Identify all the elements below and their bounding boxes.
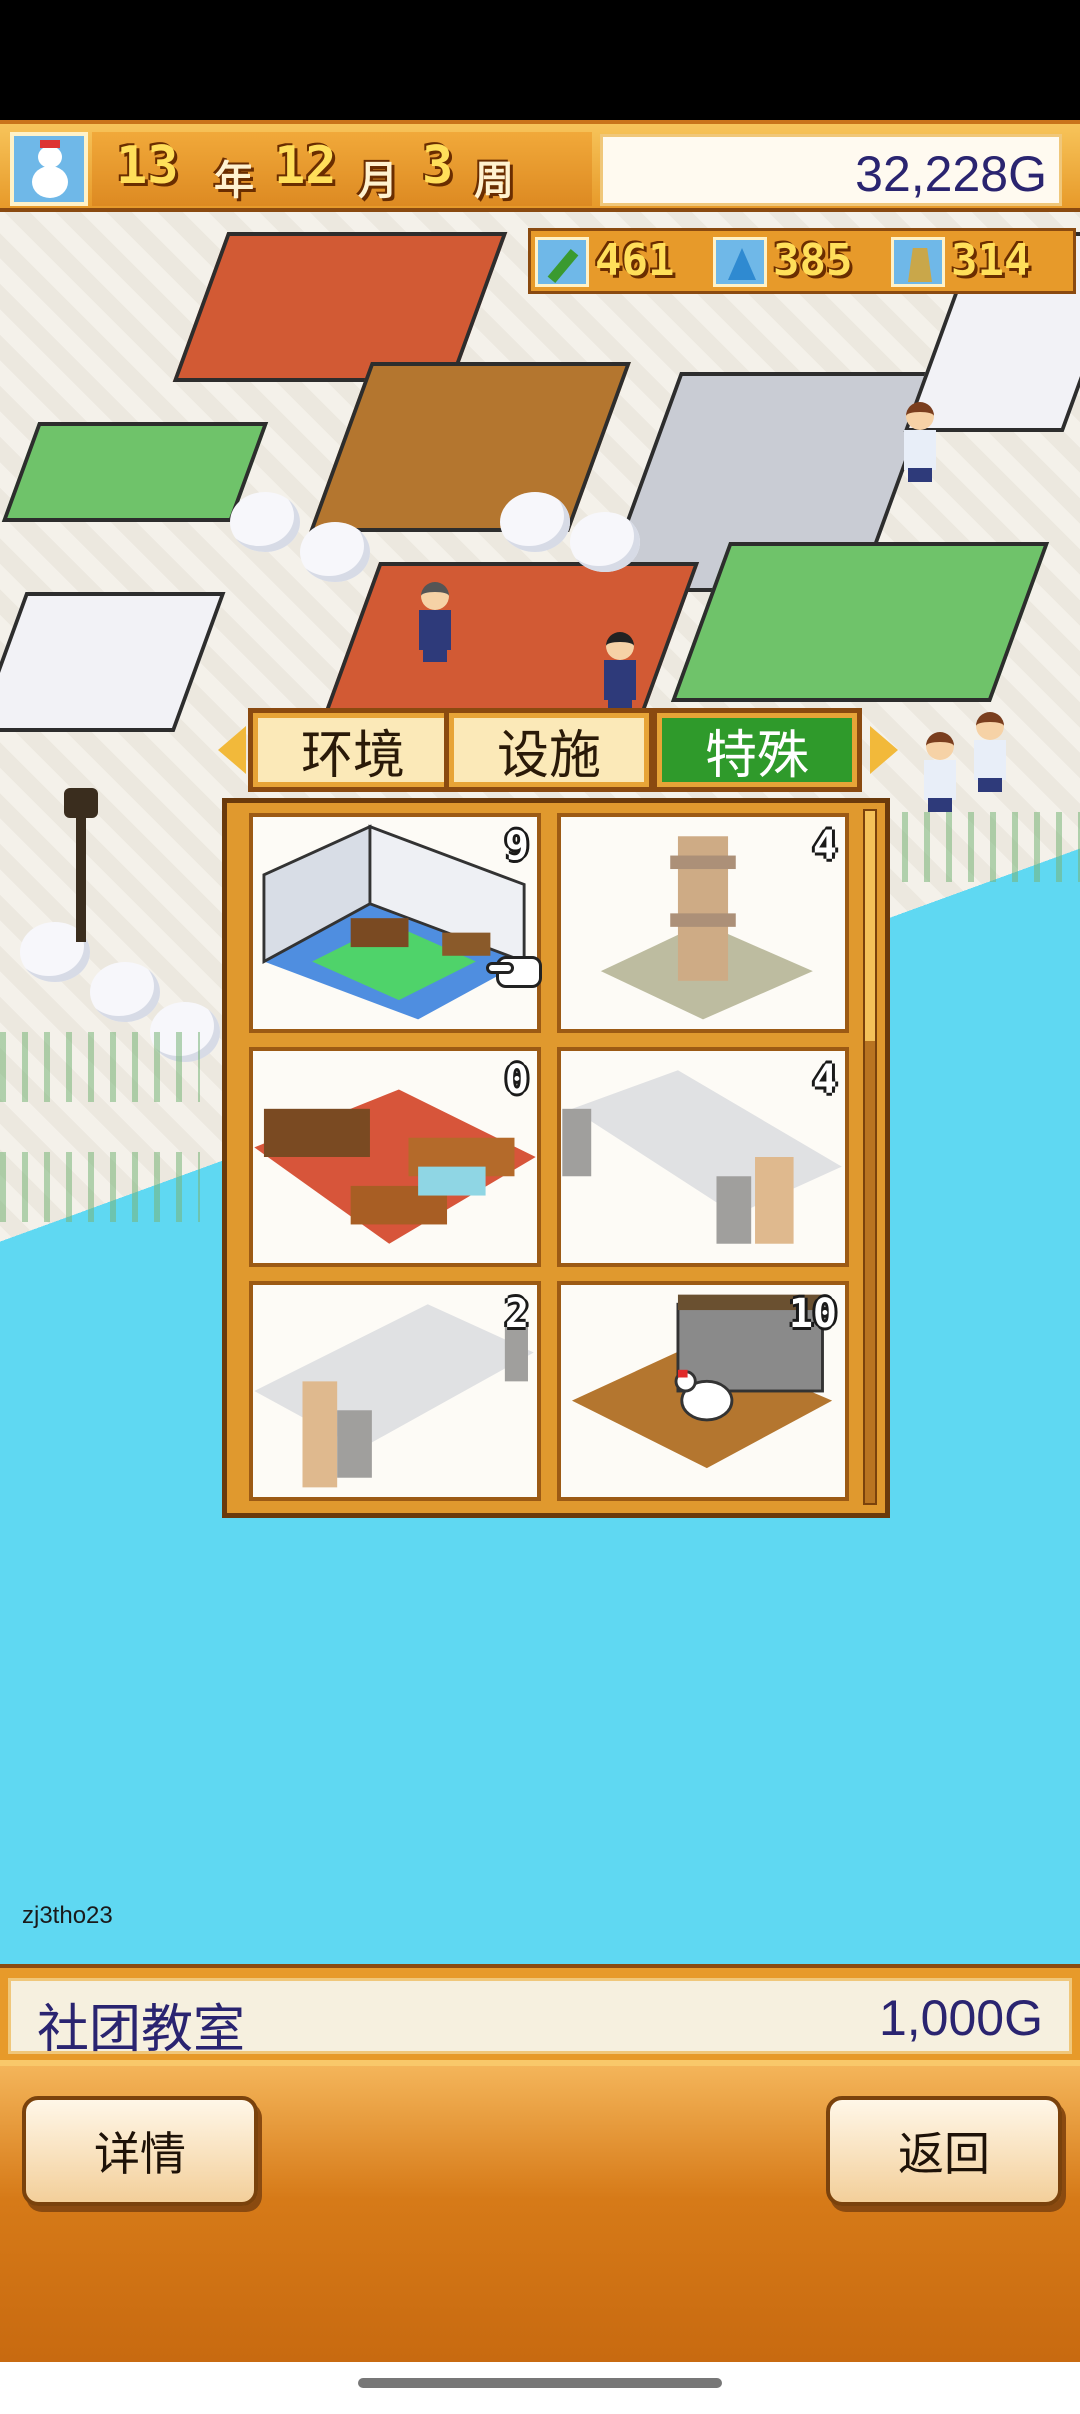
snow-bush bbox=[500, 492, 570, 552]
build-item-card[interactable]: 10 bbox=[557, 1281, 849, 1501]
room-computer[interactable] bbox=[670, 542, 1050, 702]
build-item-panel: 9 4 0 4 2 10 bbox=[222, 798, 890, 1518]
tab-facility[interactable]: 设施 bbox=[444, 708, 654, 792]
top-hud: 13 年 12 月 3 周 32,228G bbox=[0, 120, 1080, 212]
room-principal[interactable] bbox=[320, 562, 700, 722]
club-room-art bbox=[262, 824, 526, 1020]
prev-category-arrow-icon[interactable] bbox=[218, 726, 246, 774]
stock-count: 9 bbox=[504, 823, 529, 869]
selection-info-bar: 社团教室 1,000G bbox=[0, 1964, 1080, 2060]
season-indicator bbox=[10, 132, 88, 206]
snow-fence bbox=[0, 1152, 200, 1222]
stock-count: 10 bbox=[788, 1291, 837, 1337]
bottom-control-area: 详情 返回 bbox=[0, 2060, 1080, 2362]
stock-count: 0 bbox=[504, 1057, 529, 1103]
build-item-card[interactable]: 9 bbox=[249, 813, 541, 1033]
principal-character[interactable] bbox=[415, 582, 455, 662]
snow-fence bbox=[0, 1032, 200, 1102]
room-infirmary[interactable] bbox=[0, 592, 226, 732]
tab-special[interactable]: 特殊 bbox=[652, 708, 862, 792]
snowman-icon bbox=[30, 140, 70, 200]
room-library[interactable] bbox=[309, 362, 631, 532]
student-character[interactable] bbox=[600, 632, 640, 712]
resource-bar: 461 385 314 bbox=[528, 228, 1076, 294]
office-room-art bbox=[254, 1089, 536, 1244]
user-watermark: zj3tho23 bbox=[22, 1902, 113, 1929]
status-bar-area bbox=[0, 0, 1080, 120]
pointing-hand-icon bbox=[486, 950, 550, 994]
street-lamp bbox=[64, 788, 98, 942]
flask-icon bbox=[713, 237, 767, 287]
panel-scrollbar[interactable] bbox=[863, 809, 877, 1505]
selected-item-name: 社团教室 bbox=[37, 2000, 246, 2060]
build-item-card[interactable]: 0 bbox=[249, 1047, 541, 1267]
corridor-gate-left-art bbox=[254, 1304, 534, 1488]
system-nav-area bbox=[0, 2362, 1080, 2414]
snow-bush bbox=[230, 492, 300, 552]
week-number: 3 bbox=[422, 136, 454, 196]
snow-fence bbox=[880, 812, 1080, 882]
resource-value: 385 bbox=[773, 235, 853, 286]
year-unit: 年 bbox=[214, 158, 254, 204]
student-character[interactable] bbox=[920, 732, 960, 812]
tab-environment[interactable]: 环境 bbox=[248, 708, 458, 792]
resource-value: 461 bbox=[595, 235, 675, 286]
student-character[interactable] bbox=[970, 712, 1010, 792]
build-item-card[interactable]: 4 bbox=[557, 813, 849, 1033]
room-pingpong[interactable] bbox=[1, 422, 269, 522]
stock-count: 4 bbox=[812, 823, 837, 869]
week-unit: 周 bbox=[474, 158, 514, 204]
stock-count: 2 bbox=[504, 1291, 529, 1337]
pencil-icon bbox=[535, 237, 589, 287]
build-category-tabs: 环境 设施 特殊 bbox=[218, 704, 898, 796]
resource-value: 314 bbox=[951, 235, 1031, 286]
detail-button[interactable]: 详情 bbox=[22, 2096, 258, 2206]
money-value: 32,228G bbox=[855, 146, 1047, 202]
scrollbar-thumb[interactable] bbox=[865, 811, 875, 1041]
snow-bush bbox=[90, 962, 160, 1022]
month-number: 12 bbox=[274, 136, 337, 196]
stock-count: 4 bbox=[812, 1057, 837, 1103]
date-display: 13 年 12 月 3 周 bbox=[92, 132, 592, 206]
year-number: 13 bbox=[116, 136, 179, 196]
home-indicator[interactable] bbox=[358, 2378, 722, 2388]
resource-pencil: 461 bbox=[535, 235, 707, 289]
student-character[interactable] bbox=[900, 402, 940, 482]
snow-bush bbox=[570, 512, 640, 572]
next-category-arrow-icon[interactable] bbox=[870, 726, 898, 774]
build-item-card[interactable]: 4 bbox=[557, 1047, 849, 1267]
trophy-icon bbox=[891, 237, 945, 287]
money-display: 32,228G bbox=[600, 134, 1062, 206]
build-item-card[interactable]: 2 bbox=[249, 1281, 541, 1501]
corridor-gate-art bbox=[562, 1070, 842, 1244]
selected-item-price: 1,000G bbox=[878, 1990, 1043, 2046]
back-button[interactable]: 返回 bbox=[826, 2096, 1062, 2206]
resource-trophy: 314 bbox=[891, 235, 1071, 289]
snow-bush bbox=[300, 522, 370, 582]
clock-tower-art bbox=[600, 836, 813, 1020]
room-lounge[interactable] bbox=[172, 232, 508, 382]
month-unit: 月 bbox=[358, 158, 398, 204]
resource-flask: 385 bbox=[713, 235, 885, 289]
